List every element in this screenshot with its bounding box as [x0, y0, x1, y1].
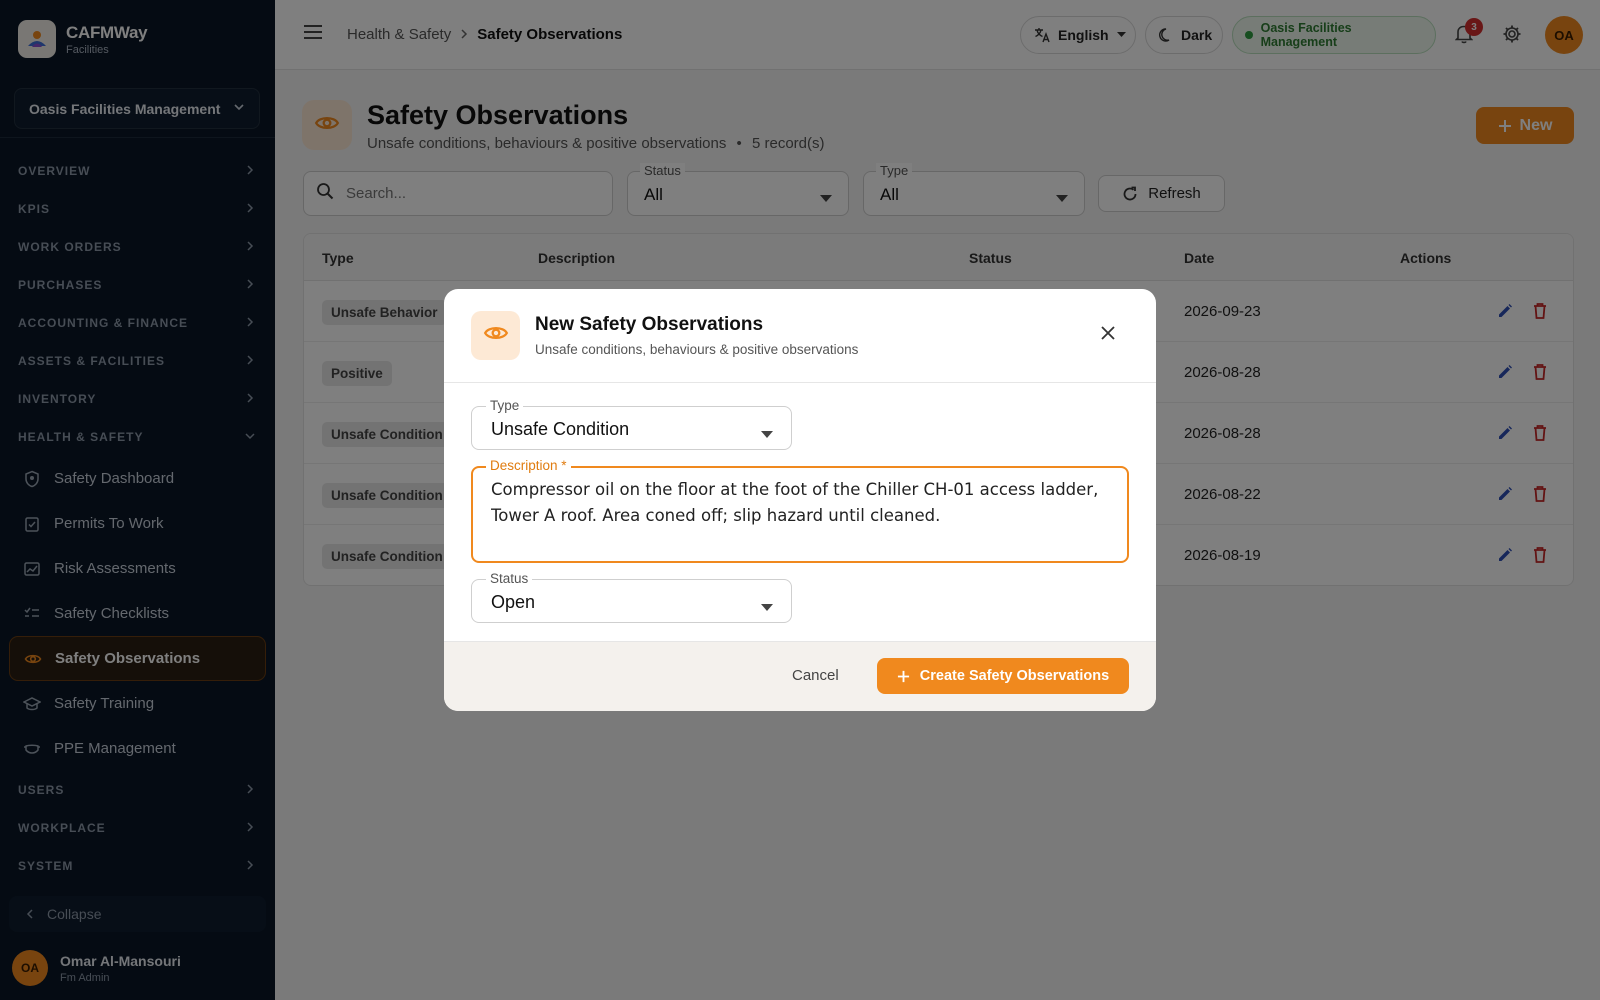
type-select-value: Unsafe Condition [491, 419, 630, 439]
plus-icon [897, 670, 910, 683]
close-icon[interactable] [1100, 325, 1116, 346]
new-observation-dialog: New Safety Observations Unsafe condition… [444, 289, 1156, 711]
dialog-subtitle: Unsafe conditions, behaviours & positive… [535, 342, 859, 357]
eye-icon [483, 320, 509, 351]
caret-down-icon [761, 425, 773, 443]
description-input[interactable]: Compressor oil on the floor at the foot … [491, 477, 1111, 553]
type-select-label: Type [486, 398, 524, 413]
status-select[interactable]: Status Open [471, 571, 792, 623]
caret-down-icon [761, 598, 773, 616]
dialog-icon [471, 311, 520, 360]
dialog-footer: Cancel Create Safety Observations [444, 641, 1156, 711]
dialog-title: New Safety Observations [535, 314, 764, 335]
status-select-label: Status [486, 571, 533, 586]
description-label: Description * [486, 458, 571, 473]
dialog-header: New Safety Observations Unsafe condition… [444, 289, 1156, 383]
create-button[interactable]: Create Safety Observations [877, 658, 1129, 694]
status-select-value: Open [491, 592, 536, 612]
cancel-button[interactable]: Cancel [792, 667, 839, 684]
description-field[interactable]: Description * Compressor oil on the floo… [471, 458, 1129, 563]
type-select[interactable]: Type Unsafe Condition [471, 398, 792, 450]
